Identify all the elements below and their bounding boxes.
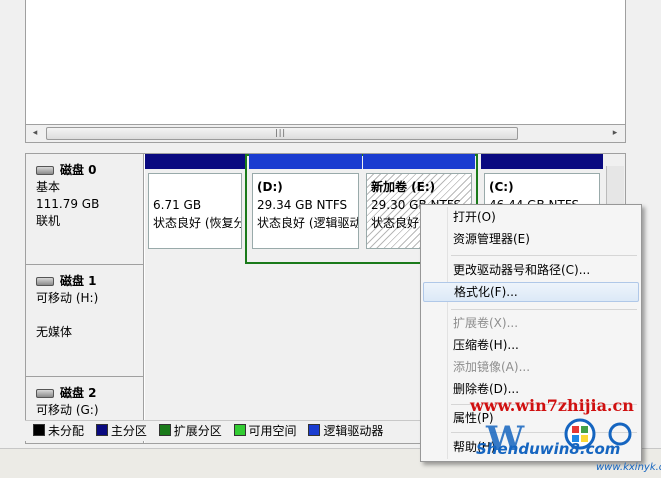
disk-0-label[interactable]: 磁盘 0 基本 111.79 GB 联机 (26, 154, 144, 265)
scroll-right-arrow-icon[interactable]: ▸ (609, 127, 621, 139)
menu-item-open[interactable]: 打开(O) (423, 207, 639, 227)
partition-size: 6.71 GB (153, 198, 202, 212)
disk-name: 磁盘 2 (60, 386, 97, 400)
primary-partition-bar (145, 154, 245, 169)
menu-separator (451, 255, 637, 256)
disk-type: 可移动 (H:) (36, 291, 99, 305)
watermark-sub-url: www.kxinyk.com (596, 462, 661, 473)
legend-bar: 未分配 主分区 扩展分区 可用空间 逻辑驱动器 (25, 420, 435, 441)
logical-drive-bar (363, 154, 475, 169)
partition-title: 新加卷 (E:) (371, 180, 436, 194)
disk-1-label[interactable]: 磁盘 1 可移动 (H:) 无媒体 (26, 265, 144, 377)
legend-item: 未分配 (33, 421, 84, 441)
legend-swatch-icon (158, 424, 171, 436)
partition-status: 状态良好 (恢复分 (153, 216, 242, 230)
scroll-grip-icon: ||| (275, 128, 287, 137)
menu-item-shrink-volume[interactable]: 压缩卷(H)... (423, 335, 639, 355)
primary-partition-bar (481, 154, 603, 169)
disk-type: 基本 (36, 180, 61, 194)
legend-swatch-icon (95, 424, 108, 436)
legend-item: 主分区 (95, 421, 147, 441)
removable-disk-icon (36, 277, 54, 286)
menu-item-add-mirror: 添加镜像(A)... (453, 360, 531, 374)
legend-swatch-icon (33, 424, 45, 436)
menu-item-change-drive-letter[interactable]: 更改驱动器号和路径(C)... (423, 260, 639, 280)
partition-status: 状态良好 (逻辑驱动 (257, 216, 359, 230)
watermark-site-name: Shenduwin8.com (476, 440, 621, 458)
menu-separator (451, 309, 637, 310)
disk-name: 磁盘 1 (60, 274, 97, 288)
partition-title: (D:) (257, 180, 283, 194)
menu-item-extend-volume: 扩展卷(X)... (453, 316, 519, 330)
horizontal-scrollbar[interactable]: ◂ ||| ▸ (25, 124, 626, 143)
menu-item-format[interactable]: 格式化(F)... (423, 282, 639, 302)
hard-disk-icon (36, 166, 54, 175)
volume-list-view[interactable] (25, 0, 626, 125)
legend-swatch-icon (308, 424, 321, 436)
legend-item: 逻辑驱动器 (308, 421, 383, 441)
disk-media: 无媒体 (36, 325, 73, 339)
scrollbar-thumb[interactable]: ||| (46, 127, 518, 140)
menu-item-explorer[interactable]: 资源管理器(E) (423, 229, 639, 249)
removable-disk-icon (36, 389, 54, 398)
disk-name: 磁盘 0 (60, 163, 97, 177)
disk-status: 联机 (36, 214, 61, 228)
partition-title (153, 178, 237, 196)
disk-type: 可移动 (G:) (36, 403, 99, 417)
scroll-left-arrow-icon[interactable]: ◂ (29, 127, 41, 139)
partition-title: (C:) (489, 180, 514, 194)
legend-swatch-icon (233, 424, 246, 436)
partition-recovery[interactable]: 6.71 GB 状态良好 (恢复分 (145, 154, 245, 254)
disk-size: 111.79 GB (36, 197, 100, 211)
partition-size: 29.34 GB NTFS (257, 198, 348, 212)
partition-d[interactable]: (D:) 29.34 GB NTFS 状态良好 (逻辑驱动 (249, 154, 362, 254)
logical-drive-bar (249, 154, 362, 169)
legend-item: 可用空间 (233, 421, 297, 441)
legend-item: 扩展分区 (158, 421, 222, 441)
